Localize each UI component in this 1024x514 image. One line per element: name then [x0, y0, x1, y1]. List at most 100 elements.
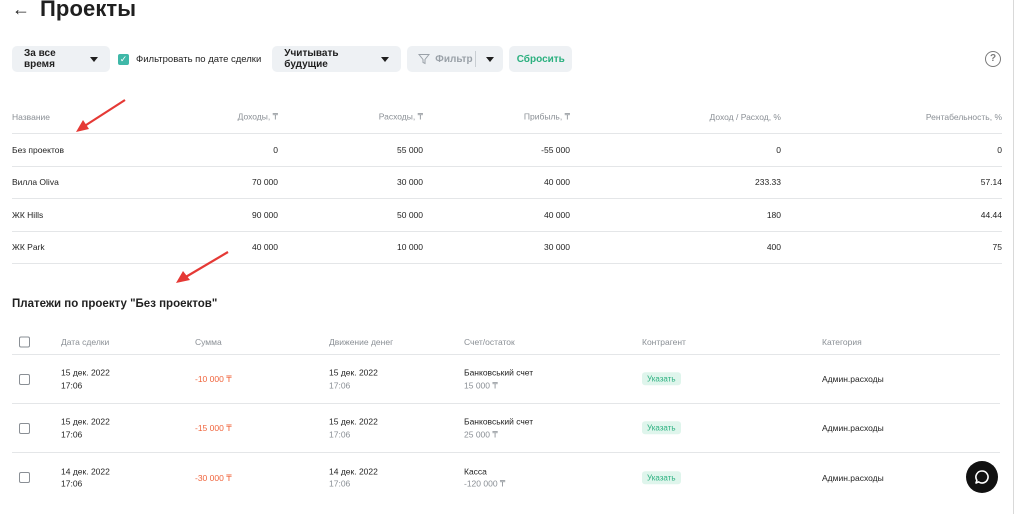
header-expense[interactable]: Расходы, ₸ — [379, 111, 423, 122]
deal-time: 17:06 — [61, 478, 83, 489]
header-movement[interactable]: Движение денег — [329, 337, 393, 347]
table-row[interactable]: ЖК Hills 90 000 50 000 40 000 180 44.44 — [12, 199, 1002, 232]
move-time: 17:06 — [329, 429, 351, 439]
filter-by-deal-date-toggle[interactable]: ✓ Фильтровать по дате сделки — [118, 53, 262, 65]
project-name: ЖК Park — [12, 242, 45, 253]
help-icon[interactable]: ? — [985, 51, 1001, 67]
arrow-left-icon[interactable]: ← — [12, 0, 34, 20]
account-balance: 15 000 ₸ — [464, 380, 498, 390]
deal-date: 14 дек. 2022 — [61, 466, 110, 476]
project-income: 0 — [273, 144, 278, 155]
move-date: 15 дек. 2022 — [329, 416, 378, 427]
window-border — [1013, 0, 1014, 514]
filter-button-label: Фильтр — [435, 53, 473, 65]
checkbox-checked-icon[interactable]: ✓ — [118, 53, 129, 65]
project-name: ЖК Hills — [12, 209, 44, 220]
filter-options-button[interactable] — [476, 56, 503, 62]
reset-button[interactable]: Сбросить — [509, 46, 573, 72]
period-dropdown[interactable]: За все время — [12, 46, 110, 72]
filter-split-button: Фильтр — [407, 46, 504, 72]
set-counterparty-badge[interactable]: Указать — [642, 372, 681, 386]
table-row[interactable]: ЖК Park 40 000 10 000 30 000 400 75 — [12, 232, 1002, 264]
payments-section-title: Платежи по проекту "Без проектов" — [12, 298, 218, 310]
caret-down-icon — [381, 56, 390, 62]
header-counterparty[interactable]: Контрагент — [642, 337, 686, 347]
deal-date-cell: 14 дек. 2022 17:06 — [61, 465, 110, 490]
project-expense: 10 000 — [397, 242, 423, 253]
funnel-icon — [418, 54, 431, 65]
deal-date-cell: 15 дек. 2022 17:06 — [61, 367, 110, 392]
table-row[interactable]: 15 дек. 2022 17:06 -10 000 ₸ 15 дек. 202… — [12, 355, 1000, 404]
project-ratio: 400 — [766, 242, 781, 253]
project-expense: 50 000 — [397, 209, 423, 220]
project-expense: 55 000 — [397, 144, 423, 155]
account-cell: Банковський счет 15 000 ₸ — [464, 367, 533, 392]
row-checkbox[interactable] — [19, 374, 30, 385]
row-checkbox[interactable] — [19, 423, 30, 434]
deal-date: 15 дек. 2022 — [61, 416, 110, 427]
category: Админ.расходы — [822, 373, 884, 384]
select-all-checkbox[interactable] — [19, 336, 30, 347]
amount: -30 000 ₸ — [195, 472, 232, 483]
chat-button[interactable] — [966, 461, 998, 493]
project-profitability: 75 — [992, 242, 1002, 253]
toolbar: За все время ✓ Фильтровать по дате сделк… — [12, 46, 573, 72]
project-income: 90 000 — [252, 209, 278, 220]
counterparty-cell: Указать — [642, 421, 681, 435]
project-ratio: 233.33 — [755, 177, 781, 188]
future-dropdown[interactable]: Учитывать будущие — [272, 46, 402, 72]
set-counterparty-badge[interactable]: Указать — [642, 470, 681, 484]
header-profit[interactable]: Прибыль, ₸ — [524, 111, 570, 122]
account-cell: Касса -120 000 ₸ — [464, 465, 505, 490]
deal-date-cell: 15 дек. 2022 17:06 — [61, 416, 110, 441]
move-time: 17:06 — [329, 380, 351, 390]
header-category[interactable]: Категория — [822, 337, 862, 347]
project-profit: -55 000 — [541, 144, 570, 155]
account-balance: -120 000 ₸ — [464, 478, 506, 489]
deal-time: 17:06 — [61, 380, 83, 390]
move-date: 15 дек. 2022 — [329, 367, 378, 378]
project-profit: 30 000 — [544, 242, 570, 253]
table-row[interactable]: Вилла Oliva 70 000 30 000 40 000 233.33 … — [12, 167, 1002, 199]
header-ratio[interactable]: Доход / Расход, % — [709, 112, 781, 122]
table-row[interactable]: Без проектов 0 55 000 -55 000 0 0 — [12, 134, 1002, 167]
page-title: Проекты — [40, 0, 137, 21]
project-profitability: 57.14 — [980, 177, 1002, 188]
account-name: Банковський счет — [464, 416, 534, 427]
counterparty-cell: Указать — [642, 372, 681, 386]
category: Админ.расходы — [822, 472, 884, 483]
deal-date: 15 дек. 2022 — [61, 367, 110, 378]
payments-table: Дата сделки Сумма Движение денег Счет/ос… — [12, 329, 1000, 502]
category: Админ.расходы — [822, 422, 884, 433]
row-checkbox[interactable] — [19, 472, 30, 483]
header-deal-date[interactable]: Дата сделки — [61, 337, 109, 347]
header-profitability[interactable]: Рентабельность, % — [926, 112, 1002, 122]
set-counterparty-badge[interactable]: Указать — [642, 421, 681, 435]
filter-by-deal-date-label: Фильтровать по дате сделки — [136, 53, 262, 65]
future-dropdown-label: Учитывать будущие — [284, 48, 339, 70]
project-ratio: 0 — [776, 144, 781, 155]
projects-table: Название Доходы, ₸ Расходы, ₸ Прибыль, ₸… — [12, 100, 1002, 264]
account-cell: Банковський счет 25 000 ₸ — [464, 416, 533, 441]
project-expense: 30 000 — [397, 177, 423, 188]
header-amount[interactable]: Сумма — [195, 337, 222, 347]
chat-bubble-icon — [975, 470, 989, 484]
caret-down-icon — [485, 56, 494, 62]
table-row[interactable]: 15 дек. 2022 17:06 -15 000 ₸ 15 дек. 202… — [12, 404, 1000, 453]
move-time: 17:06 — [329, 478, 351, 489]
deal-time: 17:06 — [61, 429, 83, 439]
reset-button-label: Сбросить — [516, 53, 565, 65]
project-profit: 40 000 — [544, 177, 570, 188]
movement-cell: 15 дек. 2022 17:06 — [329, 367, 378, 392]
header-income[interactable]: Доходы, ₸ — [238, 111, 278, 122]
table-row[interactable]: 14 дек. 2022 17:06 -30 000 ₸ 14 дек. 202… — [12, 453, 1000, 502]
header-account[interactable]: Счет/остаток — [464, 337, 515, 347]
movement-cell: 14 дек. 2022 17:06 — [329, 465, 378, 490]
filter-button[interactable]: Фильтр — [407, 53, 475, 65]
page-header: ← Проекты — [12, 0, 136, 24]
projects-table-header: Название Доходы, ₸ Расходы, ₸ Прибыль, ₸… — [12, 100, 1002, 134]
account-balance: 25 000 ₸ — [464, 429, 498, 439]
project-profitability: 0 — [997, 144, 1002, 155]
period-dropdown-label: За все время — [24, 48, 56, 70]
project-ratio: 180 — [766, 209, 781, 220]
